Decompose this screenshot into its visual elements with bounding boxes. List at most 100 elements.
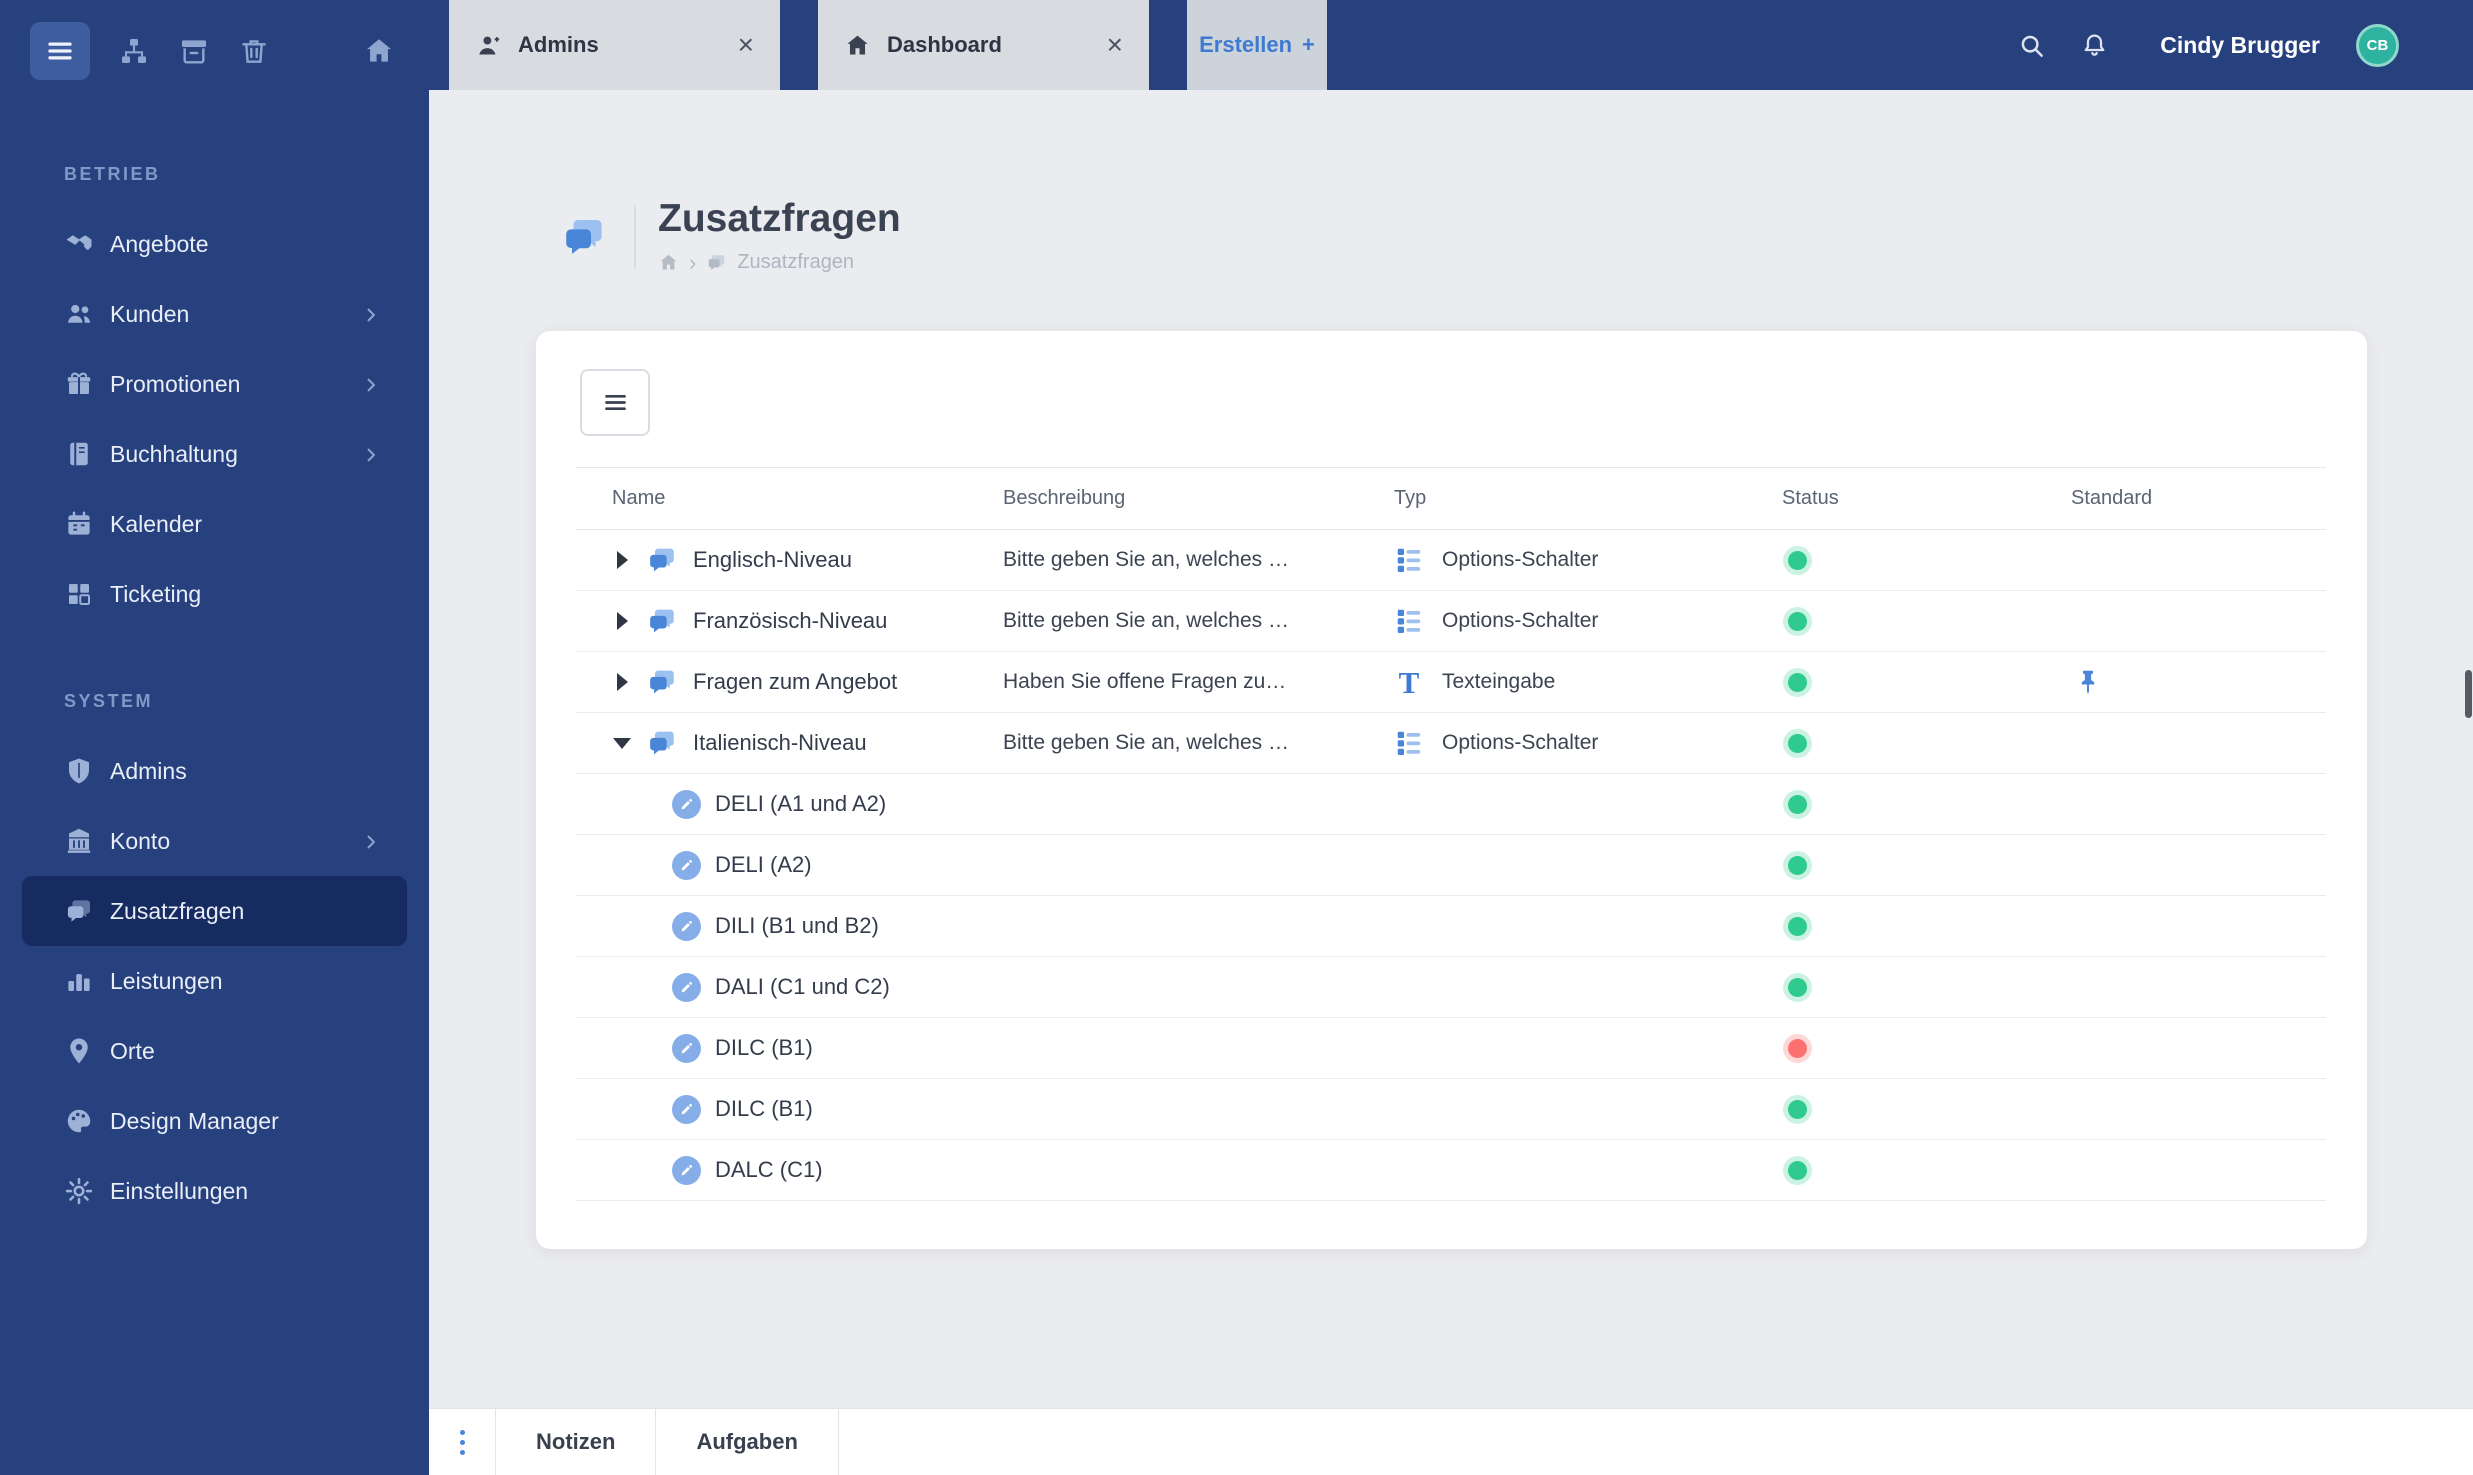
sitemap-icon[interactable] <box>118 35 150 67</box>
sidebar-item-label: Admins <box>110 757 187 784</box>
status-dot-active <box>1788 611 1807 631</box>
sidebar-item-kalender[interactable]: Kalender <box>22 489 407 559</box>
expand-caret-icon[interactable] <box>612 551 632 569</box>
row-name: Englisch-Niveau <box>693 547 852 572</box>
home-icon <box>844 32 871 59</box>
questions-table: Name Beschreibung Typ Status Standard En… <box>576 467 2326 1201</box>
edit-pencil-icon[interactable] <box>672 850 701 880</box>
table-row-child[interactable]: DELI (A1 und A2) <box>576 774 2326 835</box>
footer-tab-notizen[interactable]: Notizen <box>495 1409 655 1475</box>
more-options-icon[interactable] <box>429 1409 495 1475</box>
pin-icon[interactable] <box>2073 667 2103 697</box>
row-type: Options-Schalter <box>1442 731 1599 754</box>
map-pin-icon <box>64 1036 94 1066</box>
sidebar-item-ticketing[interactable]: Ticketing <box>22 559 407 629</box>
chat-bubbles-icon <box>646 727 678 759</box>
tab-erstellen[interactable]: Erstellen + <box>1187 0 1327 90</box>
sidebar-item-zusatzfragen[interactable]: Zusatzfragen <box>22 876 407 946</box>
sidebar-item-design-manager[interactable]: Design Manager <box>22 1086 407 1156</box>
text-input-icon: T <box>1398 664 1420 700</box>
table-row-child[interactable]: DALI (C1 und C2) <box>576 957 2326 1018</box>
column-header-beschreibung: Beschreibung <box>1003 487 1126 509</box>
search-icon[interactable] <box>2018 32 2045 59</box>
row-type: Options-Schalter <box>1442 548 1599 571</box>
sidebar-item-label: Kunden <box>110 300 190 327</box>
plus-icon: + <box>1302 32 1315 57</box>
tab-admins[interactable]: Admins × <box>449 0 780 90</box>
close-icon[interactable]: × <box>738 31 754 59</box>
home-icon[interactable] <box>658 252 679 273</box>
sidebar-menu-button[interactable] <box>30 22 90 80</box>
table-row-child[interactable]: DILI (B1 und B2) <box>576 896 2326 957</box>
expand-caret-icon[interactable] <box>612 612 632 630</box>
sidebar-item-label: Konto <box>110 827 171 854</box>
edit-pencil-icon[interactable] <box>672 972 701 1002</box>
grid-icon <box>64 579 94 609</box>
page-title: Zusatzfragen <box>658 197 901 240</box>
sidebar-item-label: Buchhaltung <box>110 440 238 467</box>
page-header: Zusatzfragen › Zusatzfragen <box>560 197 901 276</box>
content-card: Name Beschreibung Typ Status Standard En… <box>536 331 2367 1249</box>
row-description: Haben Sie offene Fragen zu… <box>1003 670 1287 693</box>
user-name[interactable]: Cindy Brugger <box>2160 32 2320 59</box>
row-description: Bitte geben Sie an, welches … <box>1003 609 1290 632</box>
table-menu-button[interactable] <box>580 369 650 436</box>
row-name: Italienisch-Niveau <box>693 730 867 755</box>
status-dot-active <box>1788 1160 1807 1180</box>
breadcrumb-current[interactable]: Zusatzfragen <box>737 251 854 274</box>
edit-pencil-icon[interactable] <box>672 911 701 941</box>
table-row[interactable]: Fragen zum Angebot Haben Sie offene Frag… <box>576 652 2326 713</box>
breadcrumb: › Zusatzfragen <box>658 250 901 276</box>
header-divider <box>634 204 636 269</box>
table-row-child[interactable]: DELI (A2) <box>576 835 2326 896</box>
app-window: BETRIEB Angebote Kunden Promotionen Buch… <box>0 0 2473 1475</box>
row-description: Bitte geben Sie an, welches … <box>1003 731 1290 754</box>
sidebar-item-orte[interactable]: Orte <box>22 1016 407 1086</box>
bell-icon[interactable] <box>2081 32 2108 59</box>
table-row-child[interactable]: DALC (C1) <box>576 1140 2326 1201</box>
sidebar-item-label: Ticketing <box>110 580 202 607</box>
table-row-child[interactable]: DILC (B1) <box>576 1079 2326 1140</box>
sidebar-item-einstellungen[interactable]: Einstellungen <box>22 1156 407 1226</box>
archive-icon[interactable] <box>178 35 210 67</box>
footer-bar: Notizen Aufgaben <box>429 1408 2473 1475</box>
section-label-betrieb: BETRIEB <box>64 164 161 184</box>
collapse-caret-icon[interactable] <box>612 737 632 749</box>
row-name: DILC (B1) <box>715 1096 813 1121</box>
sidebar-item-leistungen[interactable]: Leistungen <box>22 946 407 1016</box>
edit-pencil-icon[interactable] <box>672 1094 701 1124</box>
handshake-icon <box>64 229 94 259</box>
edit-pencil-icon[interactable] <box>672 1033 701 1063</box>
table-header: Name Beschreibung Typ Status Standard <box>576 467 2326 530</box>
row-name: DELI (A2) <box>715 852 812 877</box>
table-row[interactable]: Französisch-Niveau Bitte geben Sie an, w… <box>576 591 2326 652</box>
column-header-typ: Typ <box>1394 487 1427 509</box>
avatar[interactable]: CB <box>2356 23 2399 67</box>
sidebar-item-admins[interactable]: Admins <box>22 736 407 806</box>
row-name: DILC (B1) <box>715 1035 813 1060</box>
options-list-icon <box>1394 728 1424 758</box>
sidebar-item-buchhaltung[interactable]: Buchhaltung <box>22 419 407 489</box>
tab-dashboard[interactable]: Dashboard × <box>818 0 1149 90</box>
palette-icon <box>64 1106 94 1136</box>
sidebar-item-angebote[interactable]: Angebote <box>22 209 407 279</box>
footer-tab-aufgaben[interactable]: Aufgaben <box>655 1409 839 1475</box>
sidebar-item-kunden[interactable]: Kunden <box>22 279 407 349</box>
expand-caret-icon[interactable] <box>612 673 632 691</box>
close-icon[interactable]: × <box>1107 31 1123 59</box>
edit-pencil-icon[interactable] <box>672 789 701 819</box>
status-dot-active <box>1788 794 1807 814</box>
scrollbar-thumb[interactable] <box>2465 670 2472 718</box>
table-row-child[interactable]: DILC (B1) <box>576 1018 2326 1079</box>
sidebar-item-konto[interactable]: Konto <box>22 806 407 876</box>
chat-bubbles-icon <box>64 896 94 926</box>
home-icon[interactable] <box>363 35 395 67</box>
options-list-icon <box>1394 545 1424 575</box>
table-row[interactable]: Italienisch-Niveau Bitte geben Sie an, w… <box>576 713 2326 774</box>
edit-pencil-icon[interactable] <box>672 1155 701 1185</box>
table-row[interactable]: Englisch-Niveau Bitte geben Sie an, welc… <box>576 530 2326 591</box>
status-dot-inactive <box>1788 1038 1807 1058</box>
gift-icon <box>64 369 94 399</box>
trash-icon[interactable] <box>238 35 270 67</box>
sidebar-item-promotionen[interactable]: Promotionen <box>22 349 407 419</box>
